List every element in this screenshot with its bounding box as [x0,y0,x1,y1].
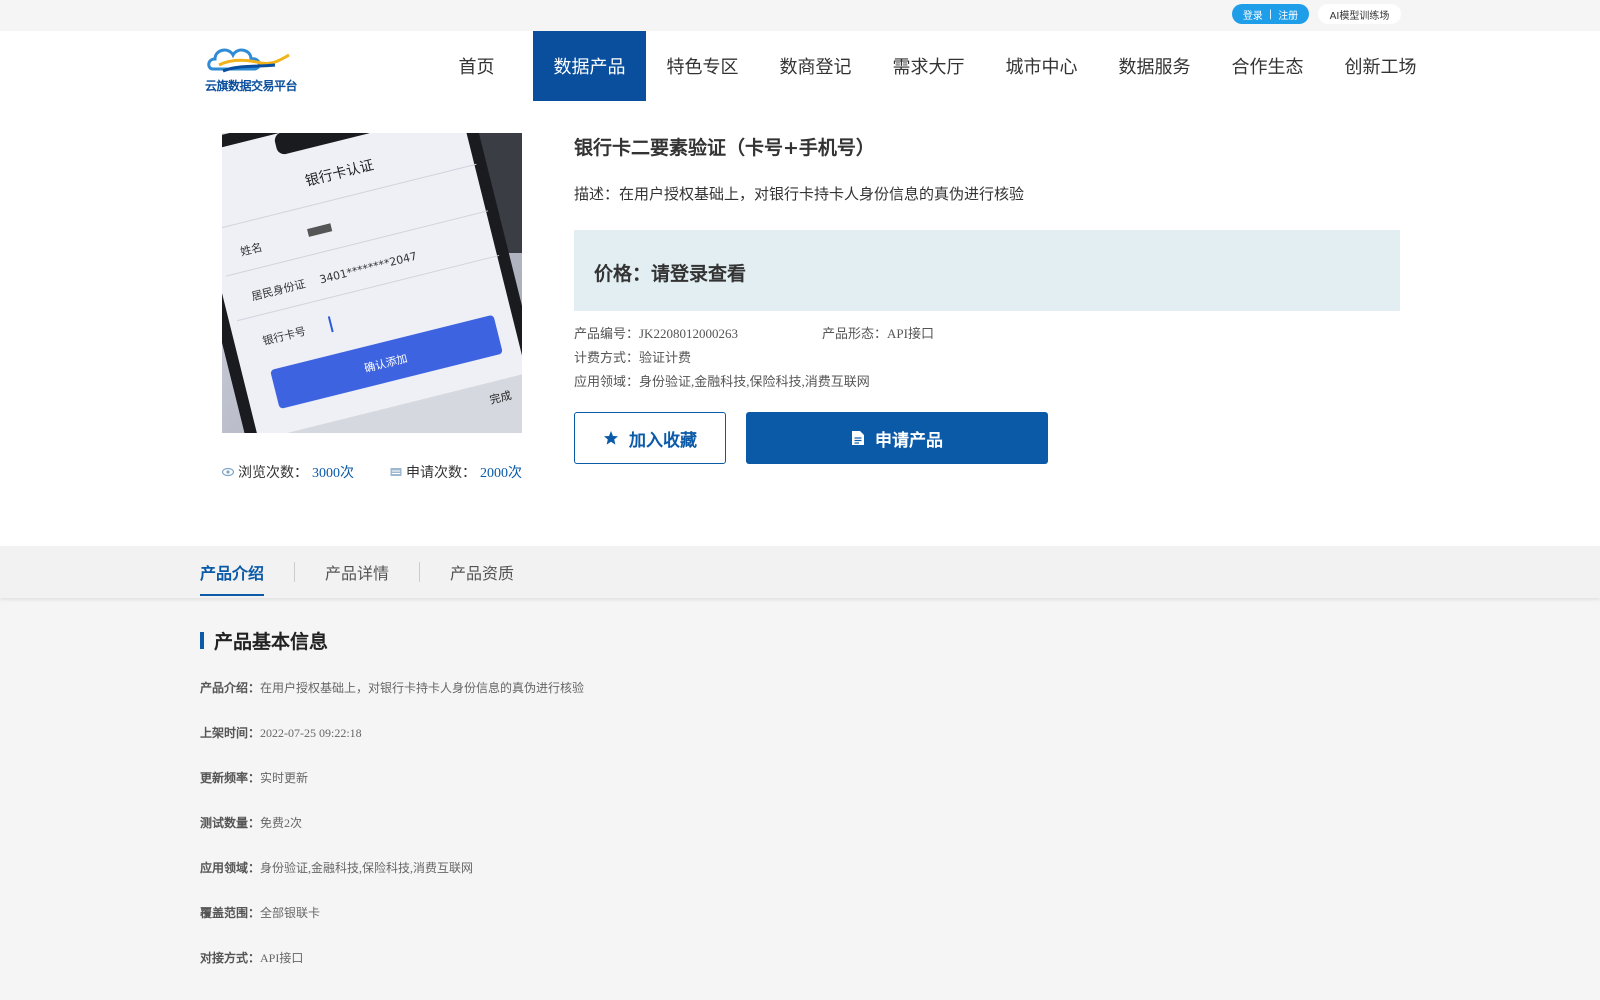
views-value: 3000次 [312,466,354,481]
nav-item-data-products[interactable]: 数据产品 [533,31,646,101]
nav-item-innovation-workshop[interactable]: 创新工场 [1324,31,1437,101]
heading-accent-bar [200,631,204,649]
product-title: 银行卡二要素验证（卡号+手机号） [574,137,875,159]
info-row-intro: 产品介绍：在用户授权基础上，对银行卡持卡人身份信息的真伪进行核验 [200,680,1400,725]
info-row-test-quantity: 测试数量：免费2次 [200,815,1400,860]
eye-icon [222,467,234,477]
nav-item-featured-zone[interactable]: 特色专区 [646,31,759,101]
cloud-logo-icon [207,48,290,73]
add-to-favorites-label: 加入收藏 [629,430,697,451]
basic-info-heading: 产品基本信息 [200,628,1400,653]
product-description: 描述：在用户授权基础上，对银行卡持卡人身份信息的真伪进行核验 [574,185,1025,203]
register-link[interactable]: 注册 [1278,7,1298,22]
product-tabs: 产品介绍 产品详情 产品资质 [200,546,514,598]
info-key: 上架时间： [200,726,261,740]
info-key: 覆盖范围： [200,906,261,920]
product-stats: 浏览次数： 3000次 申请次数： 2000次 [222,462,522,482]
product-tabs-bar: 产品介绍 产品详情 产品资质 [0,546,1600,598]
site-logo[interactable]: 云旗数据交易平台 [205,41,301,93]
info-row-update-frequency: 更新频率：实时更新 [200,770,1400,815]
info-key: 测试数量： [200,816,261,830]
nav-item-demand-hall[interactable]: 需求大厅 [872,31,985,101]
login-link[interactable]: 登录 [1243,7,1263,22]
info-key: 对接方式： [200,951,261,965]
application-form-icon [390,468,402,476]
info-row-coverage: 覆盖范围：全部银联卡 [200,905,1400,950]
product-code: 产品编号：JK2208012000263 [574,326,738,341]
views-stat: 浏览次数： 3000次 [222,462,354,482]
applies-label: 申请次数： [406,466,476,481]
info-row-application-domain: 应用领域：身份验证,金融科技,保险科技,消费互联网 [200,860,1400,905]
info-key: 产品介绍： [200,681,261,695]
document-icon [852,431,864,445]
info-key: 更新频率： [200,771,261,785]
nav-item-merchant-registration[interactable]: 数商登记 [759,31,872,101]
info-row-listing-time: 上架时间：2022-07-25 09:22:18 [200,725,1400,770]
apply-product-button[interactable]: 申请产品 [746,412,1048,464]
top-utility-bar: 登录 | 注册 AI模型训练场 [0,0,1600,31]
product-basic-info: 产品基本信息 产品介绍：在用户授权基础上，对银行卡持卡人身份信息的真伪进行核验 … [200,628,1400,995]
meta-row-code-form: 产品编号：JK2208012000263 产品形态：API接口 [574,322,934,346]
product-meta: 产品编号：JK2208012000263 产品形态：API接口 计费方式：验证计… [574,322,934,394]
info-value: 免费2次 [260,816,303,830]
nav-item-partner-ecosystem[interactable]: 合作生态 [1211,31,1324,101]
tab-product-qualifications[interactable]: 产品资质 [450,546,514,598]
ai-training-link[interactable]: AI模型训练场 [1318,4,1401,24]
billing-method: 计费方式：验证计费 [574,350,692,365]
product-image: 银行卡认证 姓名 居民身份证 3401********2047 银行卡号 确认添… [222,133,522,433]
info-value: 2022-07-25 09:22:18 [260,726,362,740]
price-text: 价格：请登录查看 [594,263,747,285]
applies-stat: 申请次数： 2000次 [390,462,522,482]
tab-divider [294,562,296,582]
applies-value: 2000次 [480,466,522,481]
views-label: 浏览次数： [238,466,308,481]
tab-product-intro[interactable]: 产品介绍 [200,546,265,598]
product-form: 产品形态：API接口 [822,326,934,341]
info-value: 实时更新 [260,771,309,785]
login-register-pill: 登录 | 注册 [1232,4,1309,24]
tab-divider [419,562,421,582]
site-header: 云旗数据交易平台 首页 数据产品 特色专区 数商登记 需求大厅 城市中心 数据服… [0,31,1600,102]
tab-product-details[interactable]: 产品详情 [325,546,389,598]
info-value: 身份验证,金融科技,保险科技,消费互联网 [260,861,474,875]
info-value: 全部银联卡 [260,906,321,920]
phone-photo-illustration: 银行卡认证 姓名 居民身份证 3401********2047 银行卡号 确认添… [222,133,522,433]
info-value: API接口 [260,951,304,965]
main-nav: 首页 数据产品 特色专区 数商登记 需求大厅 城市中心 数据服务 合作生态 创新… [420,31,1437,102]
add-to-favorites-button[interactable]: 加入收藏 [574,412,726,464]
nav-item-city-center[interactable]: 城市中心 [985,31,1098,101]
apply-product-label: 申请产品 [875,430,943,451]
application-domain: 应用领域：身份验证,金融科技,保险科技,消费互联网 [574,374,870,389]
nav-item-data-services[interactable]: 数据服务 [1098,31,1211,101]
basic-info-title: 产品基本信息 [214,630,329,653]
logo-text: 云旗数据交易平台 [205,79,298,93]
login-separator: | [1268,8,1273,20]
product-overview: 银行卡认证 姓名 居民身份证 3401********2047 银行卡号 确认添… [0,102,1600,546]
info-key: 应用领域： [200,861,261,875]
basic-info-rows: 产品介绍：在用户授权基础上，对银行卡持卡人身份信息的真伪进行核验 上架时间：20… [200,680,1400,995]
star-icon [604,431,618,445]
price-box: 价格：请登录查看 [574,230,1400,311]
nav-item-home[interactable]: 首页 [420,31,533,101]
info-value: 在用户授权基础上，对银行卡持卡人身份信息的真伪进行核验 [260,681,585,695]
info-row-integration-method: 对接方式：API接口 [200,950,1400,995]
